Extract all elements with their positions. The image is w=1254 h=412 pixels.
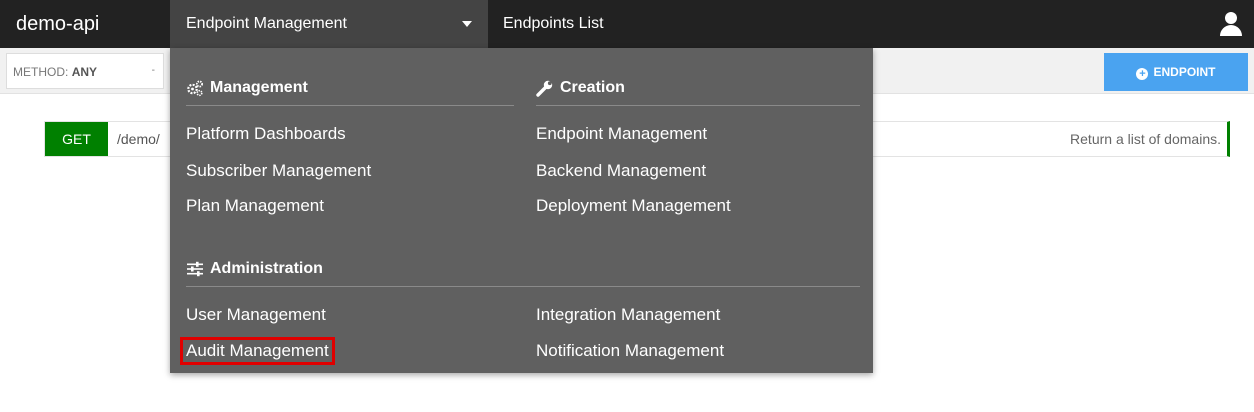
cogs-icon — [187, 80, 203, 97]
method-filter-label: METHOD: ANY — [13, 54, 97, 90]
user-icon-head — [1225, 12, 1237, 24]
menu-item-platform-dashboards[interactable]: Platform Dashboards — [186, 123, 346, 145]
method-badge: GET — [45, 122, 108, 156]
user-icon-body — [1220, 25, 1242, 36]
select-caret-icon: - — [151, 65, 155, 76]
endpoint-description: Return a list of domains. — [1070, 131, 1221, 147]
menu-item-notification-management[interactable]: Notification Management — [536, 340, 724, 362]
menu-item-integration-management[interactable]: Integration Management — [536, 304, 720, 326]
menu-section-creation: Creation — [536, 77, 836, 99]
menu-section-creation-title: Creation — [560, 79, 625, 96]
caret-down-icon — [462, 21, 472, 27]
add-endpoint-label: ENDPOINT — [1153, 64, 1216, 79]
menu-item-backend-management[interactable]: Backend Management — [536, 160, 706, 182]
endpoint-path: /demo/ — [117, 131, 160, 147]
section-dropdown[interactable]: Endpoint Management — [170, 0, 488, 48]
menu-item-plan-management[interactable]: Plan Management — [186, 195, 324, 217]
navigation-menu: Management Platform Dashboards Subscribe… — [170, 48, 873, 373]
section-dropdown-label: Endpoint Management — [186, 15, 347, 32]
breadcrumb: Endpoints List — [503, 15, 604, 32]
menu-section-management-title: Management — [210, 79, 308, 96]
menu-item-endpoint-management[interactable]: Endpoint Management — [536, 123, 707, 145]
menu-divider — [186, 286, 860, 287]
method-filter-value: ANY — [71, 65, 98, 79]
menu-section-administration: Administration — [186, 258, 486, 280]
app-root: demo-api Endpoint Management Endpoints L… — [0, 0, 1254, 412]
menu-section-management: Management — [186, 77, 486, 99]
menu-item-deployment-management[interactable]: Deployment Management — [536, 195, 731, 217]
menu-item-user-management[interactable]: User Management — [186, 304, 326, 326]
app-title[interactable]: demo-api — [16, 0, 99, 48]
method-filter-prefix: METHOD: — [13, 65, 69, 79]
top-navbar: demo-api Endpoint Management Endpoints L… — [0, 0, 1254, 48]
method-filter-select[interactable]: METHOD: ANY - — [6, 53, 164, 89]
menu-item-subscriber-management[interactable]: Subscriber Management — [186, 160, 371, 182]
menu-item-audit-management[interactable]: Audit Management — [180, 337, 335, 365]
user-icon[interactable] — [1220, 12, 1242, 36]
add-endpoint-button[interactable]: + ENDPOINT — [1104, 53, 1248, 91]
menu-divider — [186, 105, 514, 106]
sliders-icon — [187, 261, 203, 277]
menu-divider — [536, 105, 860, 106]
menu-section-administration-title: Administration — [210, 260, 323, 277]
wrench-icon — [536, 80, 553, 97]
plus-circle-icon: + — [1136, 67, 1149, 80]
